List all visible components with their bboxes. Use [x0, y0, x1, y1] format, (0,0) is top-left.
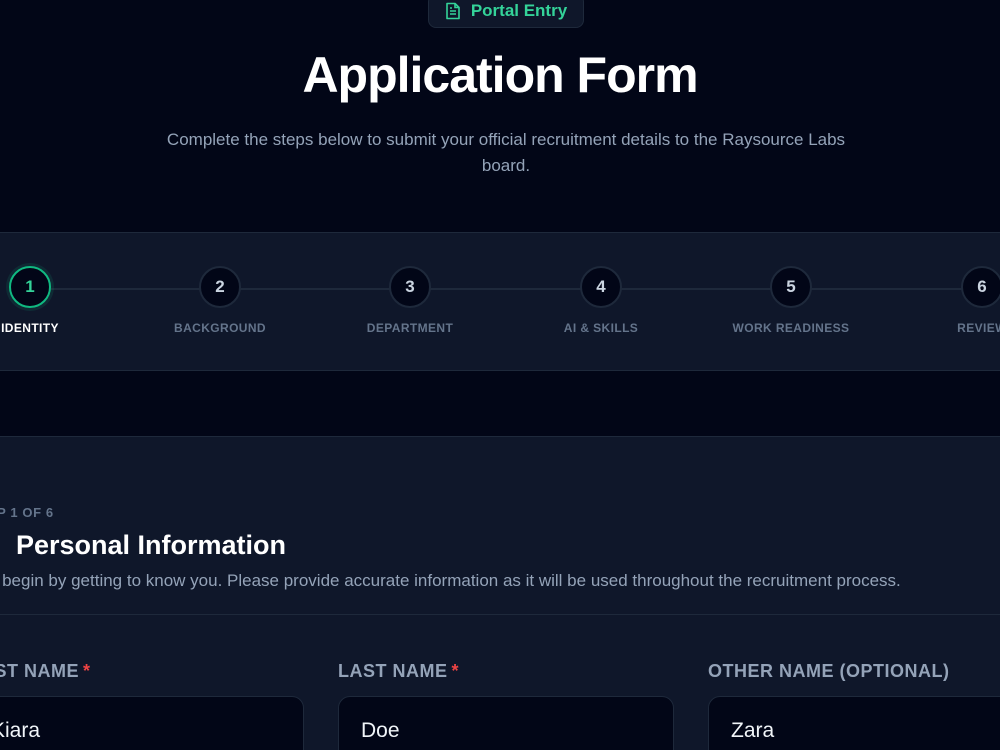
first-name-label: FIRST NAME*	[0, 661, 91, 682]
step-department[interactable]: 3 DEPARTMENT	[310, 266, 510, 335]
step-number: 3	[389, 266, 431, 308]
step-ai-skills[interactable]: 4 AI & SKILLS	[501, 266, 701, 335]
step-counter: STEP 1 OF 6	[0, 505, 54, 520]
document-icon	[446, 2, 460, 20]
first-name-label-text: FIRST NAME	[0, 661, 79, 681]
required-marker: *	[451, 661, 460, 681]
step-label: AI & SKILLS	[563, 321, 639, 335]
required-marker: *	[83, 661, 91, 681]
last-name-label-text: LAST NAME	[338, 661, 448, 681]
step-work-readiness[interactable]: 5 WORK READINESS	[691, 266, 891, 335]
last-name-input[interactable]	[338, 696, 674, 750]
step-number: 4	[580, 266, 622, 308]
section-title: Personal Information	[16, 530, 287, 560]
step-number: 1	[9, 266, 51, 308]
page-subtitle: Complete the steps below to submit your …	[166, 130, 846, 175]
step-number: 6	[961, 266, 1000, 308]
step-label: IDENTITY	[1, 321, 59, 335]
step-review[interactable]: 6 REVIEW	[882, 266, 1000, 335]
step-identity[interactable]: 1 IDENTITY	[0, 266, 130, 335]
other-name-label: OTHER NAME (OPTIONAL)	[708, 661, 950, 681]
portal-entry-badge: Portal Entry	[428, 0, 584, 28]
step-number: 2	[199, 266, 241, 308]
step-label: WORK READINESS	[732, 321, 850, 335]
other-name-input[interactable]	[708, 696, 1000, 750]
step-background[interactable]: 2 BACKGROUND	[120, 266, 320, 335]
step-label: DEPARTMENT	[366, 321, 454, 335]
section-description: Let's begin by getting to know you. Plea…	[0, 571, 901, 590]
badge-label: Portal Entry	[470, 1, 568, 20]
section-divider	[0, 614, 1000, 615]
page-title: Application Form	[302, 47, 698, 103]
step-label: BACKGROUND	[174, 321, 266, 335]
first-name-input[interactable]	[0, 696, 304, 750]
progress-stepper: 1 IDENTITY 2 BACKGROUND 3 DEPARTMENT 4 A…	[0, 232, 1000, 371]
step-label: REVIEW	[957, 321, 1000, 335]
step-number: 5	[770, 266, 812, 308]
last-name-label: LAST NAME *	[338, 661, 459, 682]
